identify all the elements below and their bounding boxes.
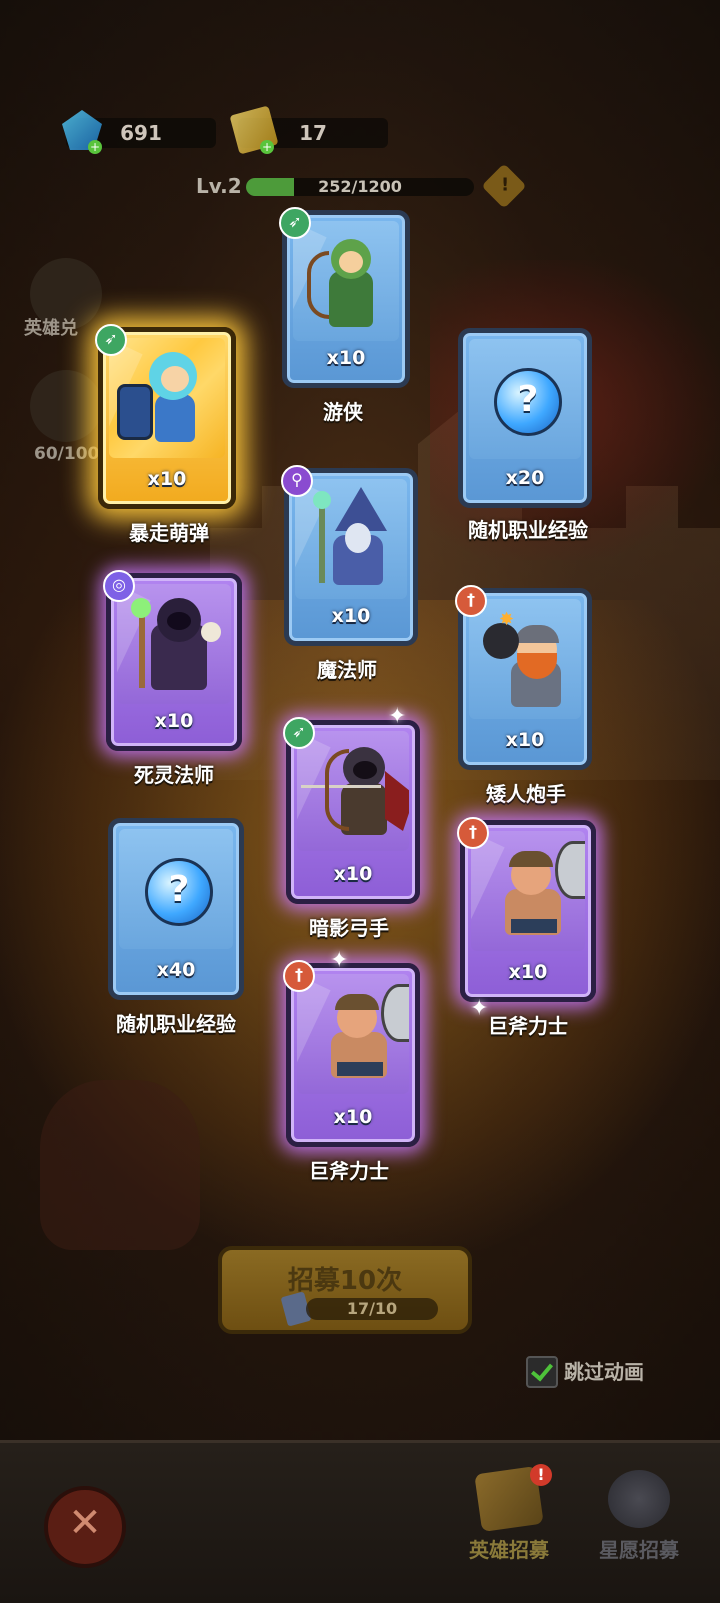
card-name: 巨斧力士 — [488, 1014, 568, 1038]
reward-card-rampage-bomber[interactable]: ➶ x10 暴走萌弹 — [95, 324, 248, 545]
axe-warrior-portrait — [297, 974, 409, 1094]
sword-class-icon: † — [283, 960, 315, 992]
resource-bar: + 691 + 17 — [62, 105, 388, 155]
rampage-bomber-portrait — [109, 338, 225, 458]
sword-class-icon: † — [457, 817, 489, 849]
star-reward-button[interactable] — [30, 370, 102, 442]
tab-star-recruit-label: 星愿招募 — [599, 1538, 679, 1562]
recruit-cost: 17/10 — [346, 1299, 398, 1318]
shadow-archer-portrait — [297, 731, 409, 851]
card-name: 魔法师 — [317, 658, 377, 682]
reward-card-wizard[interactable]: ⚲ x10 魔法师 — [281, 465, 434, 682]
wizard-portrait — [295, 479, 407, 599]
reward-card-axe-warrior[interactable]: † x10 巨斧力士 — [457, 817, 610, 1038]
card-count: x10 — [333, 863, 373, 885]
card-frame: ✸ † x10 — [455, 585, 592, 770]
random-exp-portrait: ? — [469, 339, 581, 459]
card-count: x10 — [331, 605, 371, 627]
level-label: Lv.2 — [196, 174, 242, 198]
card-frame: † x10 — [457, 817, 596, 1002]
card-count: x10 — [333, 1106, 373, 1128]
card-name: 死灵法师 — [134, 763, 214, 787]
question-orb-icon: ? — [494, 368, 562, 436]
card-frame: ◎ x10 — [103, 570, 242, 751]
card-name: 暗影弓手 — [309, 916, 389, 940]
close-button[interactable]: ✕ — [44, 1486, 126, 1568]
recruit-10-button[interactable]: 招募10次 17/10 — [218, 1246, 472, 1334]
ranger-portrait — [293, 221, 399, 341]
skip-animation-checkbox[interactable] — [526, 1356, 558, 1388]
alert-icon: ! — [530, 1464, 552, 1486]
bow-class-icon: ➶ — [279, 207, 311, 239]
dwarf-gunner-portrait: ✸ — [469, 599, 581, 719]
card-count: x10 — [147, 468, 187, 490]
card-name: 矮人炮手 — [486, 782, 566, 806]
bow-class-icon: ➶ — [283, 717, 315, 749]
reward-card-random-class-exp-2[interactable]: ? x40 随机职业经验 — [108, 818, 258, 1036]
skip-animation-label: 跳过动画 — [564, 1360, 644, 1384]
ticket-counter[interactable]: + 17 — [229, 105, 388, 155]
card-frame: ➶ x10 — [95, 324, 236, 509]
close-icon: ✕ — [68, 1500, 102, 1546]
ticket-value: 17 — [299, 121, 327, 145]
card-name: 巨斧力士 — [309, 1159, 389, 1183]
question-orb-icon: ? — [145, 858, 213, 926]
tab-hero-recruit-label: 英雄招募 — [469, 1538, 549, 1562]
card-count: x40 — [156, 959, 196, 981]
reward-card-necromancer[interactable]: ◎ x10 死灵法师 — [103, 570, 256, 787]
sparkle-icon: ✦ — [470, 996, 489, 1021]
reward-card-dwarf-gunner[interactable]: ✸ † x10 矮人炮手 — [455, 585, 608, 806]
card-name: 随机职业经验 — [116, 1012, 236, 1036]
card-frame: ➶ x10 — [279, 207, 410, 388]
spiral-class-icon: ◎ — [103, 570, 135, 602]
star-progress-label: 60/100 — [34, 444, 100, 464]
reward-card-ranger[interactable]: ➶ x10 游侠 — [279, 207, 432, 424]
reward-card-random-class-exp[interactable]: ? x20 随机职业经验 — [458, 328, 608, 542]
level-bar: Lv.2 252/1200 ! — [196, 163, 536, 209]
card-name: 暴走萌弹 — [129, 521, 209, 545]
reward-card-shadow-archer[interactable]: ➶ x10 暗影弓手 — [283, 717, 436, 940]
star-recruit-icon — [608, 1470, 670, 1528]
recruit-title: 招募10次 — [287, 1266, 403, 1296]
random-exp-portrait: ? — [119, 829, 233, 949]
card-name: 随机职业经验 — [468, 518, 588, 542]
reward-card-axe-warrior-2[interactable]: † x10 巨斧力士 — [283, 960, 436, 1183]
recruit-cost-bar: 17/10 — [306, 1298, 438, 1320]
staff-class-icon: ⚲ — [281, 465, 313, 497]
level-progress-text: 252/1200 — [318, 178, 402, 196]
axe-warrior-portrait — [471, 831, 585, 951]
card-count: x10 — [154, 710, 194, 732]
card-name: 游侠 — [323, 400, 363, 424]
card-count: x10 — [505, 729, 545, 751]
hero-exchange-label: 英雄兑 — [24, 318, 78, 339]
card-frame: ➶ x10 — [283, 717, 420, 904]
sparkle-icon: ✦ — [388, 704, 407, 729]
tab-hero-recruit[interactable]: ! 英雄招募 — [444, 1464, 574, 1580]
sparkle-icon: ✦ — [330, 948, 349, 973]
card-count: x10 — [326, 347, 366, 369]
hero-silhouette — [40, 1080, 200, 1250]
gem-value: 691 — [120, 121, 162, 145]
necromancer-portrait — [117, 584, 231, 704]
card-frame: ? x20 — [458, 328, 592, 508]
card-frame: † x10 — [283, 960, 420, 1147]
card-frame: ⚲ x10 — [281, 465, 418, 646]
level-progress: 252/1200 — [246, 178, 474, 196]
bow-class-icon: ➶ — [95, 324, 127, 356]
sword-class-icon: † — [455, 585, 487, 617]
card-count: x20 — [505, 467, 545, 489]
card-frame: ? x40 — [108, 818, 244, 1000]
gem-counter[interactable]: + 691 — [62, 110, 216, 154]
card-count: x10 — [508, 961, 548, 983]
tab-star-recruit[interactable]: 星愿招募 — [574, 1470, 704, 1580]
